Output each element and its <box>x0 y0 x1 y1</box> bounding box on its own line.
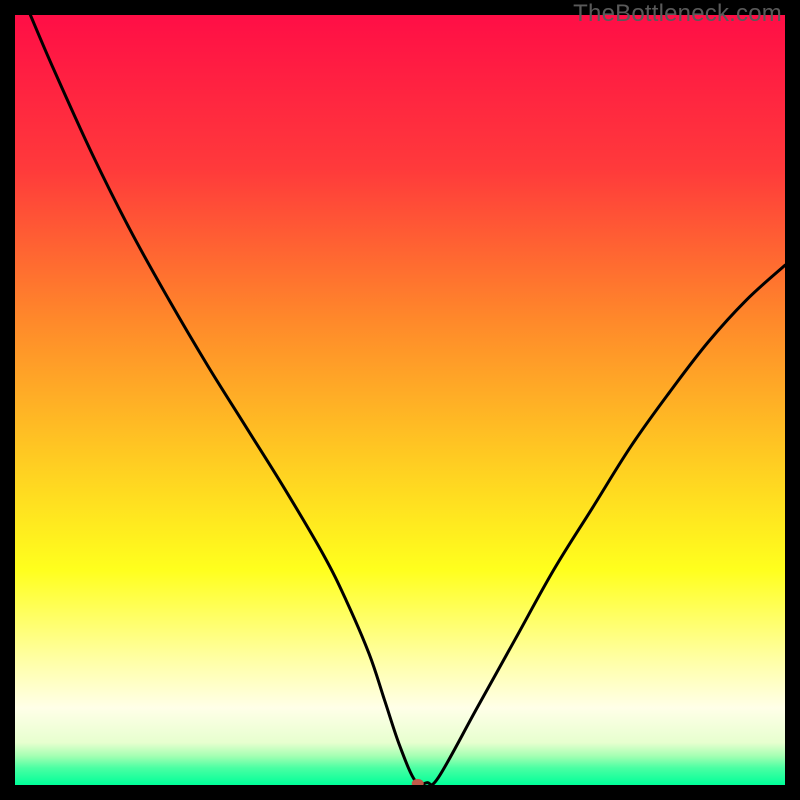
bottleneck-chart <box>15 15 785 785</box>
gradient-background <box>15 15 785 785</box>
chart-frame <box>15 15 785 785</box>
watermark-text: TheBottleneck.com <box>573 0 782 28</box>
